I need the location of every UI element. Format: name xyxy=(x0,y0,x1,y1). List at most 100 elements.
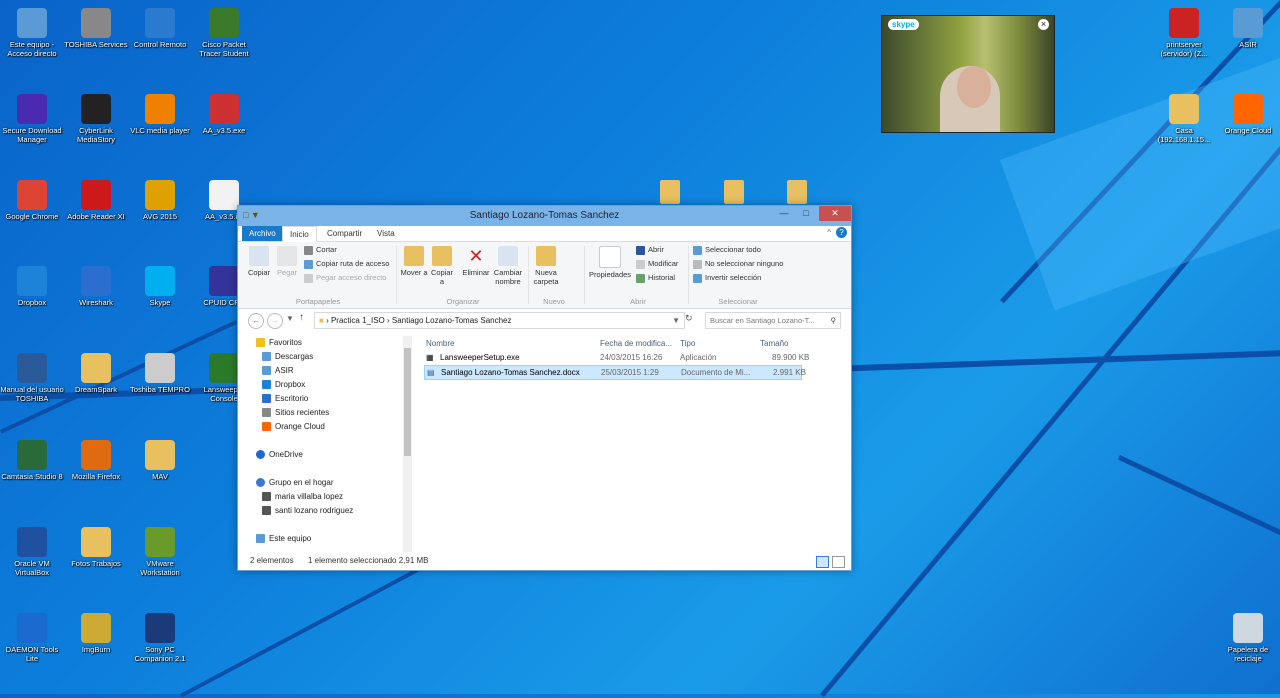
explorer-window[interactable]: □ ▼ Santiago Lozano-Tomas Sanchez — □ ✕ … xyxy=(237,205,852,571)
desktop-icon-item[interactable]: Este equipo - Acceso directo xyxy=(0,8,64,58)
search-icon[interactable]: ⚲ xyxy=(831,313,837,328)
desktop-icon-item[interactable]: Control Remoto xyxy=(128,8,192,49)
desktop-icon-item[interactable]: CyberLink MediaStory xyxy=(64,94,128,144)
column-header-tamano[interactable]: Tamaño xyxy=(760,339,788,348)
chevron-down-icon[interactable]: ▼ xyxy=(672,313,680,328)
desktop-icon-item[interactable]: MAV xyxy=(128,440,192,481)
invertir-button[interactable]: Invertir selección xyxy=(693,273,761,283)
pegar-button[interactable]: Pegar xyxy=(274,246,300,277)
tab-archivo[interactable]: Archivo xyxy=(242,226,283,241)
maximize-button[interactable]: □ xyxy=(795,206,817,221)
minimize-button[interactable]: — xyxy=(773,206,795,221)
historial-button[interactable]: Historial xyxy=(636,273,675,283)
desktop-icon-item[interactable]: VMware Workstation xyxy=(128,527,192,577)
collapse-ribbon-icon[interactable]: ^ xyxy=(827,228,831,237)
skype-logo: skype xyxy=(888,19,919,30)
desktop-icon-item[interactable]: Casa (192.168.1.15... xyxy=(1152,94,1216,144)
up-icon[interactable]: ↑ xyxy=(299,312,304,323)
desktop-icon-item[interactable]: ImgBurn xyxy=(64,613,128,654)
no-seleccionar-button[interactable]: No seleccionar ninguno xyxy=(693,259,783,269)
skype-video-window[interactable]: skype × xyxy=(881,15,1055,133)
tab-vista[interactable]: Vista xyxy=(370,226,402,241)
desktop-icon-item[interactable]: Manual del usuario TOSHIBA xyxy=(0,353,64,403)
desktop-icon-item[interactable]: Sony PC Companion 2.1 xyxy=(128,613,192,663)
nav-dropbox[interactable]: Dropbox xyxy=(262,380,305,390)
file-row[interactable]: ▤ Santiago Lozano-Tomas Sanchez.docx 25/… xyxy=(424,365,806,380)
abrir-button[interactable]: Abrir xyxy=(636,245,664,255)
desktop-icon-item[interactable]: Fotos Trabajos xyxy=(64,527,128,568)
desktop-icon-item[interactable]: Google Chrome xyxy=(0,180,64,221)
close-icon[interactable]: × xyxy=(1038,19,1049,30)
nav-favoritos[interactable]: Favoritos xyxy=(256,338,302,348)
desktop-icon-label: Cisco Packet Tracer Student xyxy=(199,40,249,58)
folder-icon[interactable] xyxy=(660,180,680,204)
nav-grupo-hogar[interactable]: Grupo en el hogar xyxy=(256,478,334,488)
file-type: Documento de Mi... xyxy=(681,368,751,377)
nav-homegroup-user[interactable]: maria villalba lopez xyxy=(262,492,343,502)
nueva-carpeta-button[interactable]: Nueva carpeta xyxy=(532,246,560,286)
mover-button[interactable]: Mover a xyxy=(400,246,428,277)
nav-onedrive[interactable]: OneDrive xyxy=(256,450,303,460)
copiar-ruta-button[interactable]: Copiar ruta de acceso xyxy=(304,259,389,269)
address-bar[interactable]: ■ › Practica 1_ISO › Santiago Lozano-Tom… xyxy=(314,312,685,329)
desktop-icon-item[interactable]: Cisco Packet Tracer Student xyxy=(192,8,256,58)
desktop-icon-item[interactable]: Papelera de reciclaje xyxy=(1216,613,1280,663)
large-icons-view-icon[interactable] xyxy=(832,556,845,568)
desktop-icon-item[interactable]: AA_v3.5.exe xyxy=(192,94,256,135)
tab-compartir[interactable]: Compartir xyxy=(320,226,369,241)
search-input[interactable]: Buscar en Santiago Lozano-T... ⚲ xyxy=(705,312,841,329)
desktop-icon-item[interactable]: Skype xyxy=(128,266,192,307)
desktop-icon-item[interactable]: DAEMON Tools Lite xyxy=(0,613,64,663)
desktop-icon-item[interactable]: Wireshark xyxy=(64,266,128,307)
modificar-button[interactable]: Modificar xyxy=(636,259,678,269)
seleccionar-todo-button[interactable]: Seleccionar todo xyxy=(693,245,761,255)
nav-escritorio[interactable]: Escritorio xyxy=(262,394,308,404)
copiar-button[interactable]: Copiar xyxy=(246,246,272,277)
nav-orange-cloud[interactable]: Orange Cloud xyxy=(262,422,325,432)
desktop-icon-item[interactable]: Adobe Reader XI xyxy=(64,180,128,221)
column-header-tipo[interactable]: Tipo xyxy=(680,339,695,348)
desktop-icon-item[interactable]: Camtasia Studio 8 xyxy=(0,440,64,481)
nav-homegroup-user[interactable]: santi lozano rodriguez xyxy=(262,506,353,516)
desktop-icon-item[interactable]: VLC media player xyxy=(128,94,192,135)
title-bar[interactable]: □ ▼ Santiago Lozano-Tomas Sanchez — □ ✕ xyxy=(238,206,851,226)
desktop-icon-item[interactable]: Oracle VM VirtualBox xyxy=(0,527,64,577)
navigation-scrollbar[interactable] xyxy=(403,336,412,552)
desktop-icon-item[interactable]: Secure Download Manager xyxy=(0,94,64,144)
desktop-icon-item[interactable]: DreamSpark xyxy=(64,353,128,394)
folder-icon[interactable] xyxy=(787,180,807,204)
column-header-nombre[interactable]: Nombre xyxy=(426,339,454,348)
cortar-button[interactable]: Cortar xyxy=(304,245,337,255)
recent-locations-icon[interactable]: ▼ xyxy=(286,314,294,323)
refresh-icon[interactable]: ↻ xyxy=(685,313,693,324)
nav-descargas[interactable]: Descargas xyxy=(262,352,313,362)
breadcrumb-item[interactable]: Practica 1_ISO xyxy=(331,316,385,325)
desktop-icon-item[interactable]: AVG 2015 xyxy=(128,180,192,221)
details-view-icon[interactable] xyxy=(816,556,829,568)
column-header-fecha[interactable]: Fecha de modifica... xyxy=(600,339,672,348)
forward-button[interactable]: → xyxy=(267,313,283,329)
close-button[interactable]: ✕ xyxy=(819,206,851,221)
desktop-icon-item[interactable]: ASIR xyxy=(1216,8,1280,49)
help-icon[interactable]: ? xyxy=(836,227,847,238)
scrollbar-thumb[interactable] xyxy=(404,348,411,456)
desktop-icon-item[interactable]: Orange Cloud xyxy=(1216,94,1280,135)
desktop-icon-item[interactable]: Toshiba TEMPRO xyxy=(128,353,192,394)
breadcrumb-item[interactable]: Santiago Lozano-Tomas Sanchez xyxy=(392,316,512,325)
nav-sitios-recientes[interactable]: Sitios recientes xyxy=(262,408,329,418)
nav-asir[interactable]: ASIR xyxy=(262,366,294,376)
pegar-acceso-button[interactable]: Pegar acceso directo xyxy=(304,273,386,283)
back-button[interactable]: ← xyxy=(248,313,264,329)
eliminar-button[interactable]: ✕ Eliminar xyxy=(460,246,492,277)
file-row[interactable]: ▦ LansweeperSetup.exe 24/03/2015 16:26 A… xyxy=(424,351,809,364)
desktop-icon-item[interactable]: printserver (servidor) (Z... xyxy=(1152,8,1216,58)
desktop-icon-item[interactable]: TOSHIBA Services xyxy=(64,8,128,49)
cambiar-nombre-button[interactable]: Cambiar nombre xyxy=(492,246,524,286)
nav-este-equipo[interactable]: Este equipo xyxy=(256,534,311,544)
desktop-icon-item[interactable]: Dropbox xyxy=(0,266,64,307)
propiedades-button[interactable]: Propiedades xyxy=(588,246,632,279)
copiar-a-button[interactable]: Copiar a xyxy=(428,246,456,286)
tab-inicio[interactable]: Inicio xyxy=(282,226,317,243)
desktop-icon-item[interactable]: Mozilla Firefox xyxy=(64,440,128,481)
folder-icon[interactable] xyxy=(724,180,744,204)
